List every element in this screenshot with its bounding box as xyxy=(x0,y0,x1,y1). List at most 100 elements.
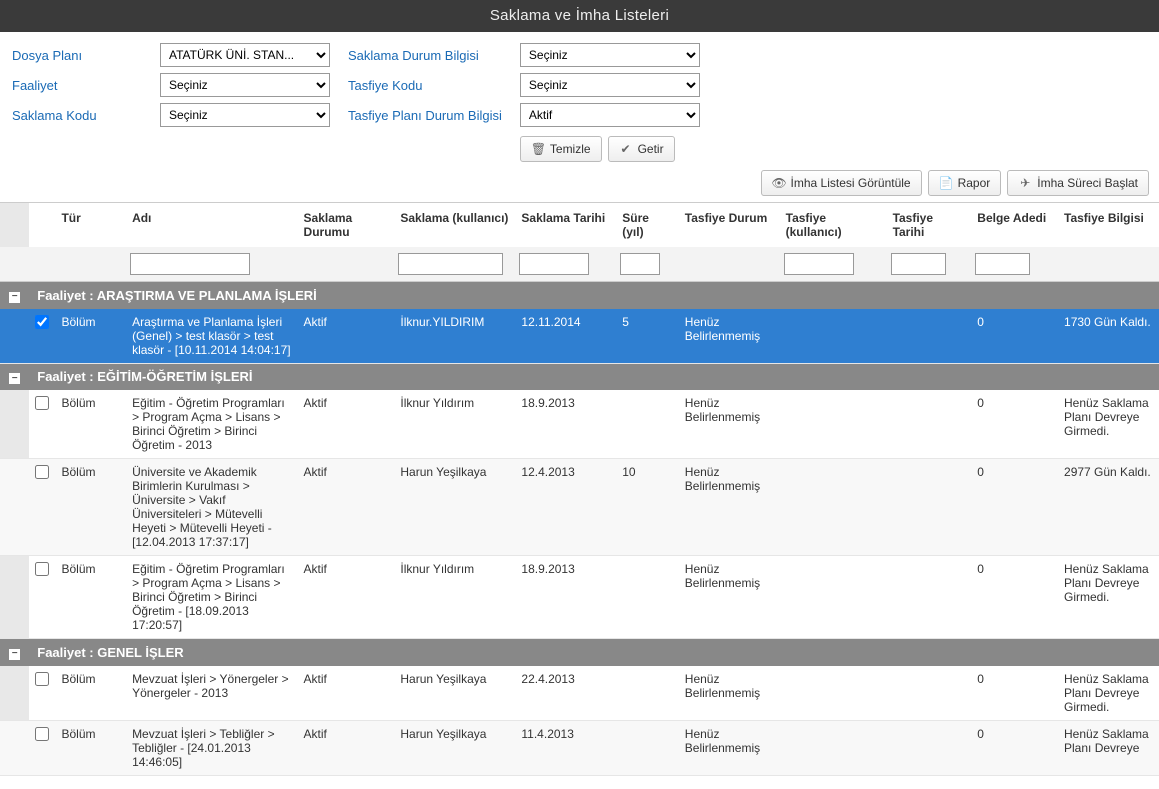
filter-adedi[interactable] xyxy=(975,253,1030,275)
cell-tur: Bölüm xyxy=(55,720,126,775)
tasfiye-kodu-select[interactable]: Seçiniz xyxy=(520,73,700,97)
check-icon: ✔ xyxy=(619,142,633,156)
cell-tur: Bölüm xyxy=(55,556,126,639)
table-row[interactable]: BölümMevzuat İşleri > Yönergeler > Yöner… xyxy=(0,666,1159,721)
cell-tdurum: Henüz Belirlenmemiş xyxy=(679,390,780,459)
collapse-toggle[interactable]: − xyxy=(0,639,29,666)
cell-sdurum: Aktif xyxy=(298,459,395,556)
col-skull[interactable]: Saklama (kullanıcı) xyxy=(394,203,515,248)
cell-sdurum: Aktif xyxy=(298,556,395,639)
cell-tkull xyxy=(780,666,887,721)
col-starih[interactable]: Saklama Tarihi xyxy=(515,203,616,248)
rapor-label: Rapor xyxy=(958,176,991,190)
cell-bilgi: 1730 Gün Kaldı. xyxy=(1058,309,1159,364)
cell-tur: Bölüm xyxy=(55,459,126,556)
col-ttarih[interactable]: Tasfiye Tarihi xyxy=(887,203,972,248)
getir-button[interactable]: ✔ Getir xyxy=(608,136,675,162)
col-tkull[interactable]: Tasfiye (kullanıcı) xyxy=(780,203,887,248)
page-title: Saklama ve İmha Listeleri xyxy=(0,0,1159,32)
group-title: Faaliyet : ARAŞTIRMA VE PLANLAMA İŞLERİ xyxy=(29,282,1159,309)
faaliyet-select[interactable]: Seçiniz xyxy=(160,73,330,97)
minus-icon: − xyxy=(8,291,21,304)
filter-starih[interactable] xyxy=(519,253,589,275)
cell-sure xyxy=(616,720,679,775)
getir-label: Getir xyxy=(638,142,664,156)
col-sdurum[interactable]: Saklama Durumu xyxy=(298,203,395,248)
faaliyet-label: Faaliyet xyxy=(12,78,142,93)
row-checkbox[interactable] xyxy=(35,672,49,686)
table-row[interactable]: BölümÜniversite ve Akademik Birimlerin K… xyxy=(0,459,1159,556)
col-tdurum[interactable]: Tasfiye Durum xyxy=(679,203,780,248)
tasfiye-plan-durum-select[interactable]: Aktif xyxy=(520,103,700,127)
cell-adi: Üniversite ve Akademik Birimlerin Kurulm… xyxy=(126,459,297,556)
col-sure[interactable]: Süre (yıl) xyxy=(616,203,679,248)
column-filter-row xyxy=(0,247,1159,282)
rapor-button[interactable]: 📄 Rapor xyxy=(928,170,1002,196)
view-list-label: İmha Listesi Görüntüle xyxy=(791,176,911,190)
filter-adi[interactable] xyxy=(130,253,250,275)
cell-ttarih xyxy=(887,720,972,775)
cell-sdurum: Aktif xyxy=(298,390,395,459)
cell-ttarih xyxy=(887,459,972,556)
cell-starih: 12.4.2013 xyxy=(515,459,616,556)
filter-sure[interactable] xyxy=(620,253,660,275)
view-list-button[interactable]: 👁 İmha Listesi Görüntüle xyxy=(761,170,922,196)
saklama-durum-select[interactable]: Seçiniz xyxy=(520,43,700,67)
saklama-kodu-select[interactable]: Seçiniz xyxy=(160,103,330,127)
col-adi[interactable]: Adı xyxy=(126,203,297,248)
group-header[interactable]: −Faaliyet : GENEL İŞLER xyxy=(0,639,1159,666)
row-checkbox[interactable] xyxy=(35,465,49,479)
dosya-plani-select[interactable]: ATATÜRK ÜNİ. STAN... xyxy=(160,43,330,67)
cell-adedi: 0 xyxy=(971,720,1058,775)
cell-adedi: 0 xyxy=(971,459,1058,556)
cell-sure: 10 xyxy=(616,459,679,556)
start-process-button[interactable]: ✈ İmha Süreci Başlat xyxy=(1007,170,1149,196)
cell-tur: Bölüm xyxy=(55,666,126,721)
cell-skull: Harun Yeşilkaya xyxy=(394,666,515,721)
filter-tkull[interactable] xyxy=(784,253,854,275)
cell-tkull xyxy=(780,459,887,556)
eye-icon: 👁 xyxy=(772,176,786,190)
table-row[interactable]: BölümAraştırma ve Planlama İşleri (Genel… xyxy=(0,309,1159,364)
filter-ttarih[interactable] xyxy=(891,253,946,275)
row-checkbox[interactable] xyxy=(35,727,49,741)
collapse-toggle[interactable]: − xyxy=(0,363,29,390)
table-row[interactable]: BölümMevzuat İşleri > Tebliğler > Tebliğ… xyxy=(0,720,1159,775)
cell-tkull xyxy=(780,720,887,775)
cell-ttarih xyxy=(887,390,972,459)
cell-tdurum: Henüz Belirlenmemiş xyxy=(679,556,780,639)
cell-ttarih xyxy=(887,666,972,721)
col-tur[interactable]: Tür xyxy=(55,203,126,248)
cell-adi: Eğitim - Öğretim Programları > Program A… xyxy=(126,556,297,639)
temizle-button[interactable]: 🗑 Temizle xyxy=(520,136,602,162)
saklama-durum-label: Saklama Durum Bilgisi xyxy=(348,48,479,63)
document-icon: 📄 xyxy=(939,176,953,190)
cell-adedi: 0 xyxy=(971,666,1058,721)
group-header[interactable]: −Faaliyet : ARAŞTIRMA VE PLANLAMA İŞLERİ xyxy=(0,282,1159,309)
cell-sure xyxy=(616,556,679,639)
group-title: Faaliyet : EĞİTİM-ÖĞRETİM İŞLERİ xyxy=(29,363,1159,390)
table-row[interactable]: BölümEğitim - Öğretim Programları > Prog… xyxy=(0,390,1159,459)
data-grid: Tür Adı Saklama Durumu Saklama (kullanıc… xyxy=(0,202,1159,776)
group-header[interactable]: −Faaliyet : EĞİTİM-ÖĞRETİM İŞLERİ xyxy=(0,363,1159,390)
table-row[interactable]: BölümEğitim - Öğretim Programları > Prog… xyxy=(0,556,1159,639)
cell-bilgi: Henüz Saklama Planı Devreye xyxy=(1058,720,1159,775)
saklama-kodu-label: Saklama Kodu xyxy=(12,108,142,123)
row-checkbox[interactable] xyxy=(35,562,49,576)
row-checkbox[interactable] xyxy=(35,315,49,329)
cell-tdurum: Henüz Belirlenmemiş xyxy=(679,720,780,775)
trash-icon: 🗑 xyxy=(531,142,545,156)
start-process-label: İmha Süreci Başlat xyxy=(1037,176,1138,190)
cell-adedi: 0 xyxy=(971,309,1058,364)
group-title: Faaliyet : GENEL İŞLER xyxy=(29,639,1159,666)
cell-adedi: 0 xyxy=(971,390,1058,459)
cell-adi: Mevzuat İşleri > Tebliğler > Tebliğler -… xyxy=(126,720,297,775)
cell-tkull xyxy=(780,556,887,639)
cell-sure xyxy=(616,666,679,721)
row-checkbox[interactable] xyxy=(35,396,49,410)
collapse-toggle[interactable]: − xyxy=(0,282,29,309)
filter-skull[interactable] xyxy=(398,253,503,275)
col-adedi[interactable]: Belge Adedi xyxy=(971,203,1058,248)
cell-starih: 22.4.2013 xyxy=(515,666,616,721)
col-bilgi[interactable]: Tasfiye Bilgisi xyxy=(1058,203,1159,248)
